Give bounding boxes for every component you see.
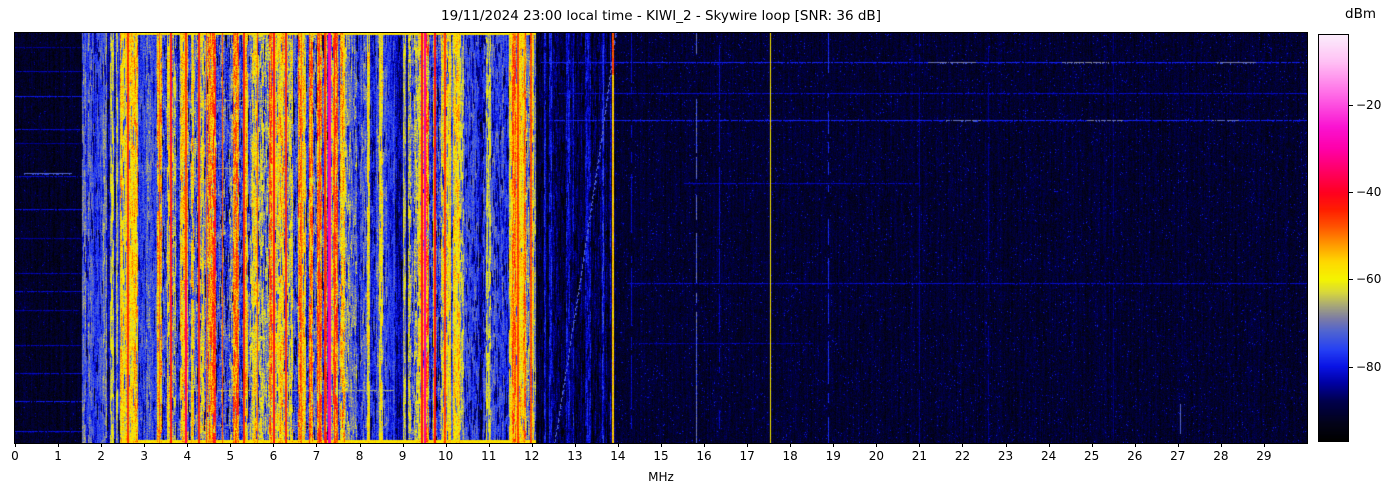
x-tick-label: 28 bbox=[1213, 449, 1229, 463]
x-axis-label: MHz bbox=[648, 470, 674, 484]
x-tick-mark bbox=[58, 443, 60, 447]
x-tick-mark bbox=[1220, 443, 1222, 447]
x-tick-mark bbox=[574, 443, 576, 447]
x-tick-mark bbox=[1177, 443, 1179, 447]
x-tick-mark bbox=[876, 443, 878, 447]
x-tick-label: 25 bbox=[1084, 449, 1100, 463]
x-tick-label: 12 bbox=[524, 449, 540, 463]
plot-title: 19/11/2024 23:00 local time - KIWI_2 - S… bbox=[441, 8, 881, 24]
spectrogram-canvas bbox=[15, 33, 1307, 443]
x-tick-label: 8 bbox=[355, 449, 364, 463]
x-tick-label: 26 bbox=[1127, 449, 1143, 463]
x-tick-label: 11 bbox=[481, 449, 497, 463]
x-tick-label: 17 bbox=[739, 449, 755, 463]
x-tick-mark bbox=[402, 443, 404, 447]
x-tick-label: 16 bbox=[696, 449, 712, 463]
x-tick-label: 15 bbox=[653, 449, 669, 463]
x-tick-label: 21 bbox=[911, 449, 928, 463]
x-tick-mark bbox=[230, 443, 232, 447]
colorbar-canvas bbox=[1319, 35, 1348, 441]
x-tick-label: 23 bbox=[997, 449, 1014, 463]
x-tick-mark bbox=[790, 443, 792, 447]
x-tick-mark bbox=[833, 443, 835, 447]
x-tick-mark bbox=[1048, 443, 1050, 447]
colorbar-unit-label: dBm bbox=[1345, 6, 1376, 22]
x-tick-label: 13 bbox=[567, 449, 583, 463]
colorbar bbox=[1318, 34, 1349, 442]
x-tick-mark bbox=[273, 443, 275, 447]
colorbar-tick-mark bbox=[1349, 192, 1353, 194]
x-tick-label: 3 bbox=[140, 449, 148, 463]
x-tick-mark bbox=[962, 443, 964, 447]
x-tick-mark bbox=[359, 443, 361, 447]
colorbar-tick-mark bbox=[1349, 104, 1353, 106]
x-tick-mark bbox=[617, 443, 619, 447]
x-tick-mark bbox=[187, 443, 189, 447]
x-tick-mark bbox=[661, 443, 662, 447]
colorbar-tick-mark bbox=[1349, 279, 1353, 281]
x-tick-label: 27 bbox=[1170, 449, 1186, 463]
x-tick-label: 0 bbox=[11, 449, 19, 463]
x-tick-label: 24 bbox=[1040, 449, 1057, 463]
x-tick-mark bbox=[747, 443, 749, 447]
x-tick-mark bbox=[488, 443, 490, 447]
x-tick-mark bbox=[445, 443, 447, 447]
x-tick-label: 10 bbox=[438, 449, 454, 463]
colorbar-tick-label: −40 bbox=[1356, 185, 1382, 200]
x-tick-label: 7 bbox=[312, 449, 321, 463]
x-tick-label: 1 bbox=[54, 449, 62, 463]
x-tick-mark bbox=[1263, 443, 1265, 447]
x-tick-mark bbox=[1005, 443, 1007, 447]
x-tick-label: 19 bbox=[825, 449, 841, 463]
x-tick-label: 18 bbox=[782, 449, 798, 463]
colorbar-tick-label: −20 bbox=[1356, 97, 1382, 112]
x-tick-label: 20 bbox=[868, 449, 884, 463]
x-tick-mark bbox=[1091, 443, 1093, 447]
plot-area bbox=[14, 32, 1308, 444]
x-tick-mark bbox=[101, 443, 103, 447]
colorbar-tick-label: −80 bbox=[1356, 359, 1382, 374]
colorbar-tick-mark bbox=[1349, 366, 1353, 368]
colorbar-tick-label: −60 bbox=[1356, 272, 1382, 287]
x-tick-mark bbox=[316, 443, 318, 447]
x-tick-mark bbox=[704, 443, 706, 447]
x-tick-label: 14 bbox=[610, 449, 626, 463]
x-tick-mark bbox=[15, 443, 16, 447]
x-tick-mark bbox=[531, 443, 533, 447]
x-tick-label: 6 bbox=[269, 449, 278, 463]
x-tick-label: 5 bbox=[226, 449, 235, 463]
x-tick-mark bbox=[144, 443, 146, 447]
figure: 19/11/2024 23:00 local time - KIWI_2 - S… bbox=[0, 0, 1400, 500]
x-tick-mark bbox=[1134, 443, 1136, 447]
x-tick-label: 22 bbox=[954, 449, 971, 463]
x-tick-label: 9 bbox=[398, 449, 407, 463]
x-tick-mark bbox=[919, 443, 921, 447]
x-tick-label: 29 bbox=[1256, 449, 1272, 463]
x-tick-label: 4 bbox=[183, 449, 192, 463]
x-tick-label: 2 bbox=[97, 449, 105, 463]
